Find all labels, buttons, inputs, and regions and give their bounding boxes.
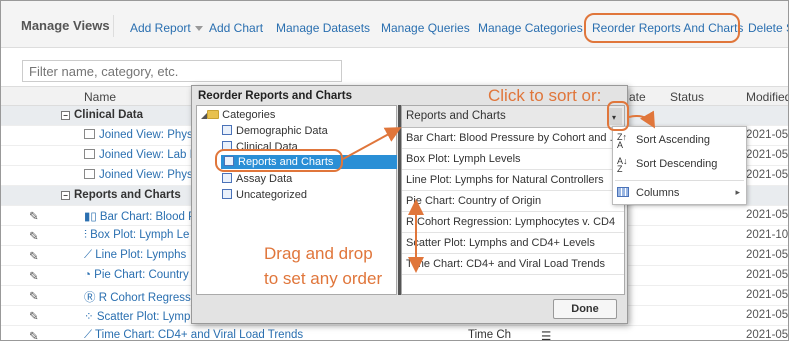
annotation-arrows (342, 110, 656, 273)
arrow-to-menu (628, 110, 656, 129)
manage-views-window: Manage Views Add Report Add Chart Manage… (0, 0, 789, 341)
arrow-to-list (342, 127, 402, 160)
